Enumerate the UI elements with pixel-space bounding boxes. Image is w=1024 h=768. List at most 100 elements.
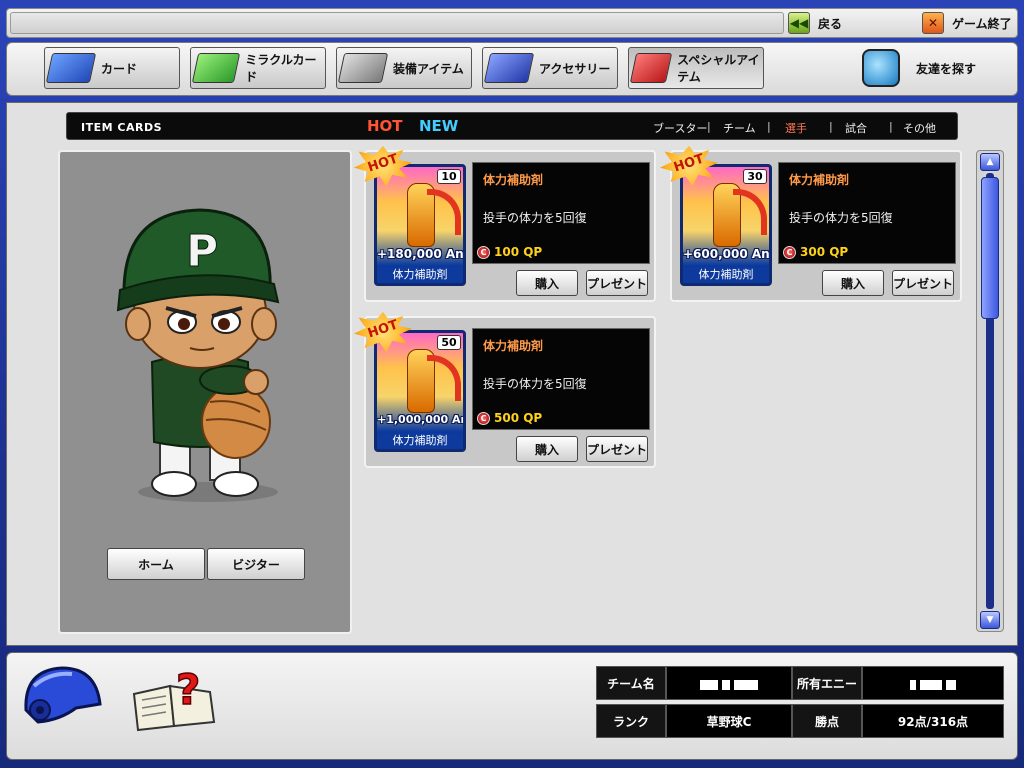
filter-other[interactable]: その他	[903, 120, 936, 136]
item-price: C 100 QP	[477, 245, 542, 259]
points-label: 勝点	[792, 704, 862, 738]
present-button[interactable]: プレゼント	[586, 436, 648, 462]
tab-equipment-item[interactable]: 装備アイテム	[336, 47, 472, 89]
hot-filter[interactable]: HOT	[367, 117, 403, 135]
buy-button[interactable]: 購入	[822, 270, 884, 296]
cap-letter: P	[186, 226, 218, 277]
card-icon	[45, 53, 97, 83]
refresh-arrow-icon	[733, 189, 767, 235]
scroll-down-icon[interactable]: ▼	[980, 611, 1000, 629]
filter-team[interactable]: チーム	[723, 120, 756, 136]
team-name-label: チーム名	[596, 666, 666, 700]
item-description: 投手の体力を5回復	[789, 211, 893, 225]
scroll-up-icon[interactable]: ▲	[980, 153, 1000, 171]
visitor-label: ビジター	[232, 557, 280, 572]
exit-game-button[interactable]: ✕ ゲーム終了	[922, 11, 1012, 35]
scroll-thumb[interactable]	[981, 177, 999, 319]
coin-icon: C	[477, 245, 490, 259]
tab-card[interactable]: カード	[44, 47, 180, 89]
price-value: 500 QP	[494, 411, 543, 425]
coin-icon: C	[477, 411, 490, 425]
find-friends-button[interactable]: 友達を探す	[862, 48, 976, 88]
help-book-icon[interactable]: ?	[130, 664, 220, 734]
home-uniform-button[interactable]: ホーム	[107, 548, 205, 580]
item-quantity: 30	[743, 169, 767, 184]
back-label: 戻る	[818, 16, 843, 31]
price-value: 100 QP	[494, 245, 543, 259]
buy-button[interactable]: 購入	[516, 270, 578, 296]
helmet-icon[interactable]	[20, 660, 104, 732]
filter-divider: |	[767, 120, 771, 133]
present-label: プレゼント	[587, 276, 648, 291]
item-quantity: 50	[437, 335, 461, 350]
tab-label: スペシャルアイテム	[677, 53, 760, 84]
money-value	[862, 666, 1004, 700]
visitor-uniform-button[interactable]: ビジター	[207, 548, 305, 580]
character-preview-panel: P	[58, 150, 352, 634]
buy-label: 購入	[534, 276, 559, 291]
item-title: 体力補助剤	[483, 339, 544, 353]
item-info-box: 体力補助剤 投手の体力を5回復 C 500 QP	[472, 328, 650, 430]
rewind-icon: ◀◀	[788, 12, 810, 34]
item-title: 体力補助剤	[483, 173, 544, 187]
money-label: 所有エニー	[792, 666, 862, 700]
present-label: プレゼント	[587, 442, 648, 457]
filter-player[interactable]: 選手	[785, 120, 807, 136]
item-title: 体力補助剤	[789, 173, 850, 187]
tab-label: アクセサリー	[539, 61, 611, 76]
item-price: C 300 QP	[783, 245, 848, 259]
friend-search-icon	[862, 49, 900, 87]
item-bonus: +180,000 Any	[377, 247, 466, 261]
buy-label: 購入	[534, 442, 559, 457]
card-name: 体力補助剤	[683, 267, 769, 283]
filter-divider: |	[707, 120, 711, 133]
item-quantity: 10	[437, 169, 461, 184]
rank-label: ランク	[596, 704, 666, 738]
buy-button[interactable]: 購入	[516, 436, 578, 462]
special-item-icon	[629, 53, 673, 83]
filter-booster[interactable]: ブースター	[653, 120, 707, 136]
tab-label: ミラクルカード	[245, 53, 317, 84]
tab-accessory[interactable]: アクセサリー	[482, 47, 618, 89]
filter-divider: |	[829, 120, 833, 133]
team-info-table: チーム名 所有エニー ランク 草野球C 勝点 92点/316点	[596, 666, 1006, 740]
buy-label: 購入	[840, 276, 865, 291]
team-name-value	[666, 666, 792, 700]
home-label: ホーム	[138, 557, 174, 572]
accessory-icon	[483, 53, 535, 83]
filter-game[interactable]: 試合	[845, 120, 867, 136]
item-bonus: +600,000 Any	[683, 247, 772, 261]
item-card: 30 +600,000 Any 体力補助剤 HOT 体力補助剤 投手の体力を5回…	[660, 146, 962, 302]
address-field	[10, 12, 784, 34]
new-filter[interactable]: NEW	[419, 117, 458, 135]
close-icon: ✕	[922, 12, 944, 34]
player-character-image: P	[116, 208, 280, 502]
filter-divider: |	[889, 120, 893, 133]
present-button[interactable]: プレゼント	[586, 270, 648, 296]
item-card: 10 +180,000 Any 体力補助剤 HOT 体力補助剤 投手の体力を5回…	[354, 146, 656, 302]
present-button[interactable]: プレゼント	[892, 270, 954, 296]
section-title: ITEM CARDS	[81, 121, 162, 134]
equipment-icon	[337, 53, 389, 83]
present-label: プレゼント	[893, 276, 954, 291]
tab-label: カード	[101, 61, 138, 76]
item-info-box: 体力補助剤 投手の体力を5回復 C 300 QP	[778, 162, 956, 264]
item-list-scrollbar[interactable]: ▲ ▼	[976, 150, 1004, 632]
item-description: 投手の体力を5回復	[483, 211, 587, 225]
price-value: 300 QP	[800, 245, 849, 259]
coin-icon: C	[783, 245, 796, 259]
item-card: 50 +1,000,000 Any 体力補助剤 HOT 体力補助剤 投手の体力を…	[354, 312, 656, 468]
item-bonus: +1,000,000 Any	[377, 413, 466, 426]
tab-miracle-card[interactable]: ミラクルカード	[190, 47, 326, 89]
tab-special-item[interactable]: スペシャルアイテム	[628, 47, 764, 89]
exit-label: ゲーム終了	[952, 16, 1012, 31]
miracle-card-icon	[191, 53, 241, 83]
card-name: 体力補助剤	[377, 433, 463, 449]
refresh-arrow-icon	[427, 355, 461, 401]
item-description: 投手の体力を5回復	[483, 377, 587, 391]
card-name: 体力補助剤	[377, 267, 463, 283]
friend-label: 友達を探す	[916, 61, 977, 76]
points-value: 92点/316点	[862, 704, 1004, 738]
item-info-box: 体力補助剤 投手の体力を5回復 C 100 QP	[472, 162, 650, 264]
back-button[interactable]: ◀◀ 戻る	[788, 11, 842, 35]
